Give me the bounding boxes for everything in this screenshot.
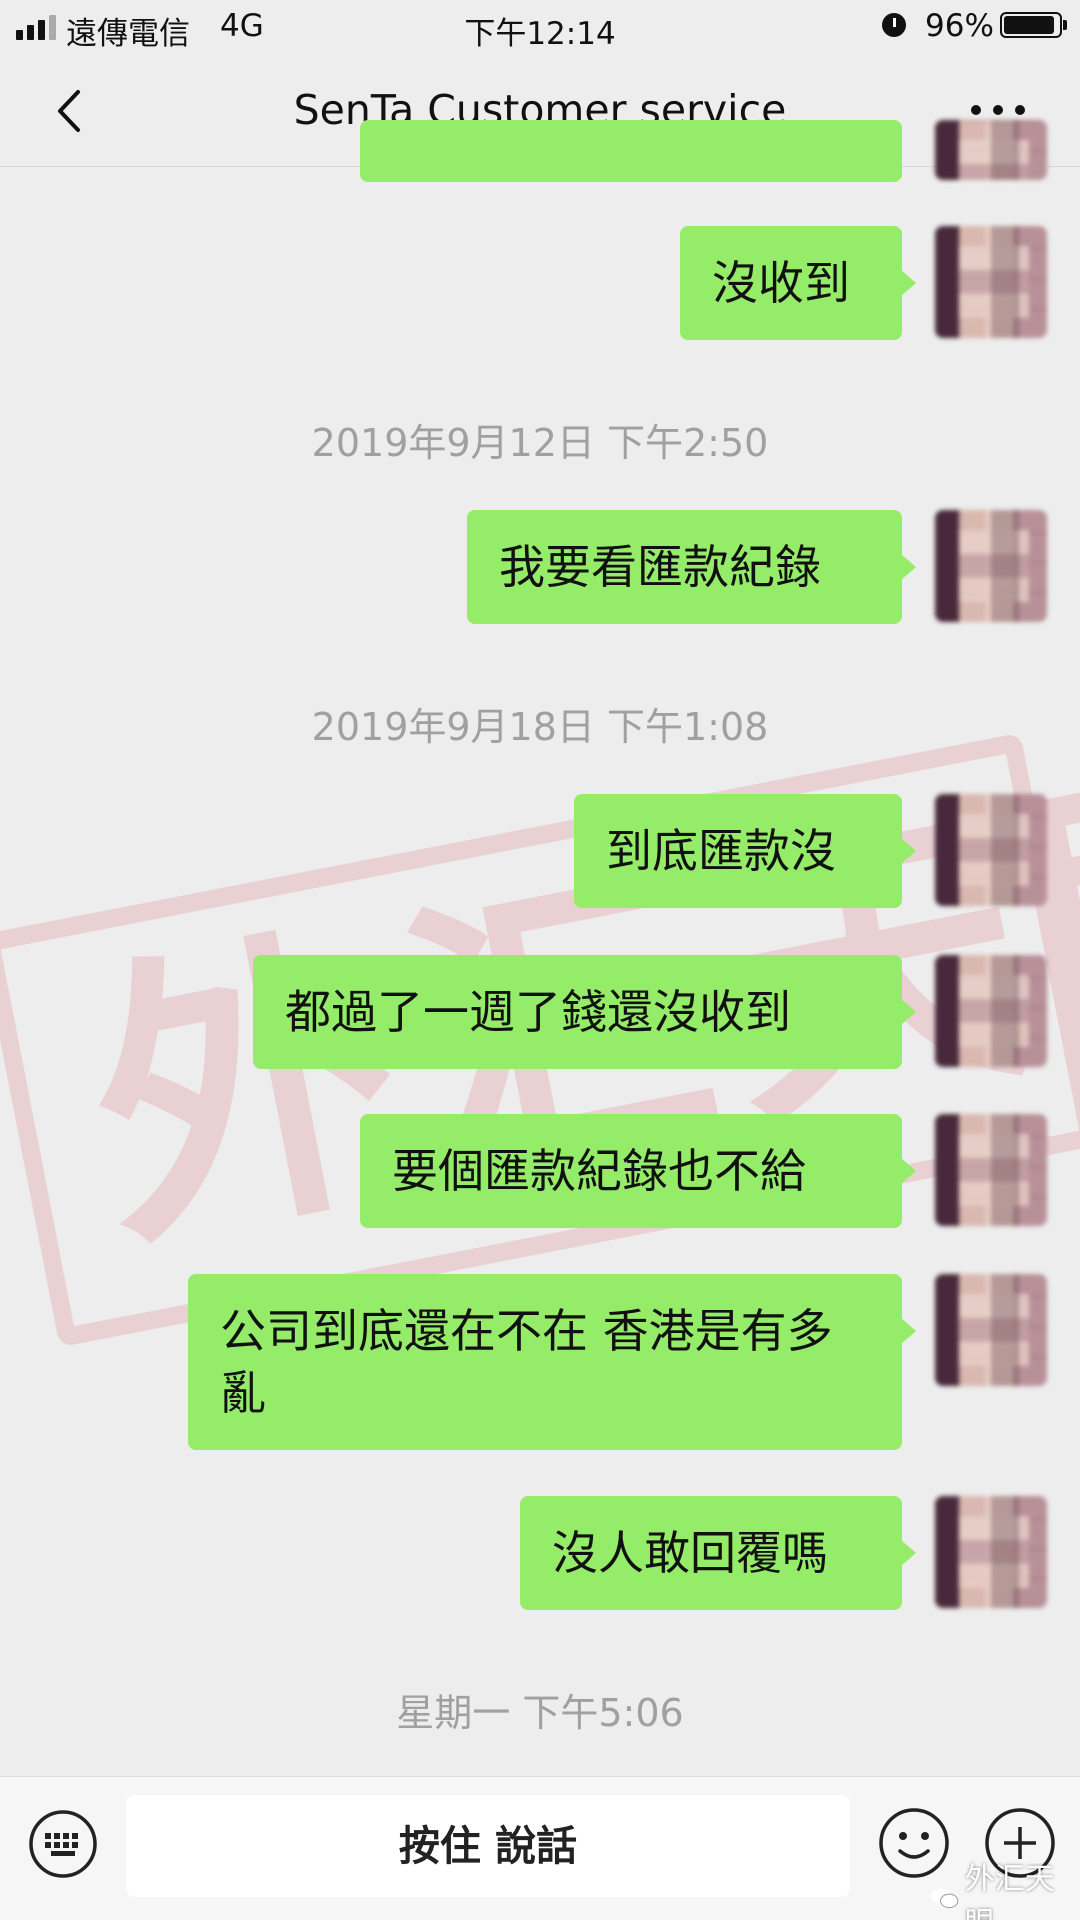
avatar[interactable] [935,955,1047,1067]
timestamp: 2019年9月12日 下午2:50 [311,421,769,465]
message-bubble[interactable]: 沒人敢回覆嗎 [520,1496,916,1610]
keyboard-icon[interactable] [28,1809,98,1879]
battery-percent: 96% [925,8,994,44]
timestamp: 星期一 下午5:06 [396,1691,684,1735]
bottom-watermark: 外汇天眼 [930,1854,1080,1920]
battery-icon [1000,12,1067,38]
avatar[interactable] [935,1496,1047,1608]
chat-screen: 遠傳電信 4G 下午12:14 96% SenTa Customer servi… [0,0,1080,1920]
avatar[interactable] [935,1274,1047,1386]
wechat-icon [930,1888,959,1909]
more-icon[interactable] [968,102,1028,118]
avatar[interactable] [935,794,1047,906]
message-bubble[interactable]: 都過了一週了錢還沒收到 [253,955,916,1069]
message-bubble[interactable]: 沒收到 [680,226,916,340]
message-bubble[interactable]: 我要看匯款紀錄 [467,510,916,624]
status-bar: 遠傳電信 4G 下午12:14 96% [0,0,1080,56]
input-bar: 按住 說話 [0,1776,1080,1920]
avatar[interactable] [935,510,1047,622]
message-bubble[interactable]: 要個匯款紀錄也不給 [360,1114,916,1228]
alarm-icon [882,13,906,37]
bottom-watermark-text: 外汇天眼 [964,1862,1055,1920]
status-time: 下午12:14 [464,16,616,52]
message-bubble-partial[interactable] [360,120,902,182]
message-bubble[interactable]: 到底匯款沒 [574,794,916,908]
hold-to-talk-button[interactable]: 按住 說話 [126,1795,850,1897]
avatar[interactable] [935,120,1047,180]
timestamp: 2019年9月18日 下午1:08 [311,705,769,749]
avatar[interactable] [935,1114,1047,1226]
avatar[interactable] [935,226,1047,338]
message-bubble[interactable]: 公司到底還在不在 香港是有多亂 [188,1274,916,1450]
